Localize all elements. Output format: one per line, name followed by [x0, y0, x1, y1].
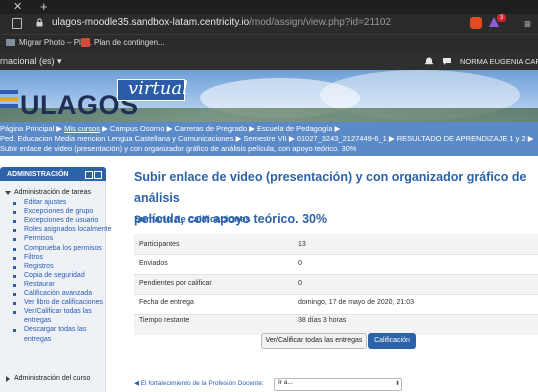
browser-menu-icon[interactable]: ≡: [524, 17, 531, 31]
sidebar-item[interactable]: entregas: [24, 336, 51, 343]
block-actions-icon[interactable]: [94, 171, 102, 179]
row-label-needs-grading: Pendientes por calificar: [139, 280, 212, 287]
user-menu[interactable]: NORMA EUGENIA CARDEN: [460, 57, 538, 66]
sidebar-item[interactable]: Roles asignados localmente: [24, 226, 112, 233]
sidebar-item[interactable]: Calificación avanzada: [24, 290, 92, 297]
jump-to-placeholder: Ir a...: [278, 379, 293, 386]
messages-icon[interactable]: [442, 56, 452, 66]
language-menu[interactable]: rnacional (es) ▾: [0, 56, 62, 67]
sidebar-item[interactable]: Copia de seguridad: [24, 272, 85, 279]
bullet-icon: [13, 211, 16, 215]
browser-tab-bar: ✕ +: [0, 0, 538, 14]
crumb-current-assignment: Subir enlace de video (presentación) y c…: [0, 144, 357, 153]
bookmark-plan[interactable]: Plan de contingen...: [94, 38, 165, 47]
bookmark-page-icon[interactable]: [12, 18, 22, 29]
bullet-icon: [13, 293, 16, 296]
bullet-icon: [13, 229, 16, 233]
bullet-icon: [13, 329, 16, 333]
ulagos-logo-stripes-icon: [0, 90, 18, 108]
breadcrumb-line-2: Ped. Educacion Media mencion Lengua Cast…: [0, 134, 534, 143]
sidebar-item[interactable]: Descargar todas las: [24, 326, 86, 333]
plan-bookmark-icon: [81, 38, 90, 47]
crumb-school[interactable]: Escuela de Pedagogía: [257, 124, 332, 133]
view-grade-all-button[interactable]: Ver/Calificar todas las entregas: [261, 333, 367, 349]
crumb-home[interactable]: Página Principal: [0, 124, 54, 133]
sidebar-item[interactable]: Restaurar: [24, 281, 55, 288]
row-label-submitted: Enviados: [139, 260, 168, 267]
breadcrumb-line-1: Página Principal ▶ Mis cursos ▶ Campus O…: [0, 124, 341, 133]
course-admin-node[interactable]: Administración del curso: [14, 375, 90, 382]
bullet-icon: [13, 256, 16, 260]
row-label-time-remaining: Tiempo restante: [139, 317, 190, 324]
row-label-participants: Participantes: [139, 241, 180, 248]
row-value-participants: 13: [298, 241, 306, 248]
notifications-icon[interactable]: [424, 56, 434, 66]
site-navbar: [0, 53, 538, 70]
sidebar-item[interactable]: Editar ajustes: [24, 199, 66, 206]
bullet-icon: [13, 311, 16, 315]
bullet-icon: [13, 202, 16, 205]
sidebar-item[interactable]: Registros: [24, 263, 54, 270]
previous-activity-link[interactable]: ◀ El fortalecimiento de la Profesión Doc…: [134, 379, 264, 387]
sidebar-item[interactable]: Comprueba los permisos: [24, 245, 102, 252]
lock-icon: [36, 18, 43, 27]
crumb-semester[interactable]: Semestre VII: [243, 134, 286, 143]
table-row: [134, 254, 538, 275]
sidebar-item[interactable]: Filtros: [24, 254, 43, 261]
row-label-due-date: Fecha de entrega: [139, 299, 194, 306]
jump-to-select[interactable]: [274, 378, 402, 391]
bullet-icon: [13, 302, 16, 306]
assign-admin-node[interactable]: Administración de tareas: [14, 189, 91, 196]
virtual-logo-text: virtual: [128, 78, 188, 99]
sidebar-item[interactable]: Excepciones de usuario: [24, 217, 98, 224]
brave-shield-icon[interactable]: [470, 17, 482, 29]
crumb-careers[interactable]: Carreras de Pregrado: [174, 124, 247, 133]
sidebar-item[interactable]: Permisos: [24, 235, 53, 242]
sidebar-item[interactable]: Excepciones de grupo: [24, 208, 93, 215]
row-value-submitted: 0: [298, 260, 302, 267]
crumb-my-courses[interactable]: Mis cursos: [64, 124, 100, 133]
dock-block-icon[interactable]: [85, 171, 93, 179]
bullet-icon: [13, 265, 16, 269]
crumb-campus[interactable]: Campus Osorno: [110, 124, 165, 133]
bullet-icon: [13, 283, 16, 287]
crumb-program[interactable]: Ped. Educacion Media mencion Lengua Cast…: [0, 134, 233, 143]
row-value-due-date: domingo, 17 de mayo de 2020, 21:03: [298, 299, 414, 306]
close-tab-icon[interactable]: ✕: [13, 0, 22, 14]
crumb-course[interactable]: 01027_3243_2127449-6_1: [297, 134, 387, 143]
bullet-icon: [13, 274, 16, 278]
row-value-needs-grading: 0: [298, 280, 302, 287]
select-arrows-icon: ⬍: [395, 381, 401, 387]
sidebar-item[interactable]: Ver libro de calificaciones: [24, 299, 103, 306]
bullet-icon: [13, 238, 16, 242]
admin-block-title: ADMINISTRACIÓN: [7, 171, 69, 178]
table-row: [134, 234, 538, 254]
grade-button[interactable]: Calificación: [368, 333, 416, 349]
expand-triangle-icon[interactable]: [5, 191, 11, 195]
collapsed-triangle-icon[interactable]: [6, 376, 10, 382]
bullet-icon: [13, 220, 16, 224]
crumb-section[interactable]: RESULTADO DE APRENDIZAJE 1 y 2: [397, 134, 526, 143]
new-tab-icon[interactable]: +: [40, 0, 48, 14]
breadcrumb-line-3: Subir enlace de video (presentación) y c…: [0, 144, 356, 153]
row-value-time-remaining: 38 días 3 horas: [298, 317, 347, 324]
bullet-icon: [13, 247, 16, 251]
migrate-photo-bookmark-icon: [6, 39, 15, 46]
sidebar-item[interactable]: Ver/Calificar todas las: [24, 308, 92, 315]
grading-summary-heading: Sumario de calificaciones: [134, 214, 251, 225]
sidebar-item[interactable]: entregas: [24, 317, 51, 324]
url-field[interactable]: ulagos-moodle35.sandbox-latam.centricity…: [52, 17, 391, 28]
extension-badge: 3: [497, 14, 506, 22]
